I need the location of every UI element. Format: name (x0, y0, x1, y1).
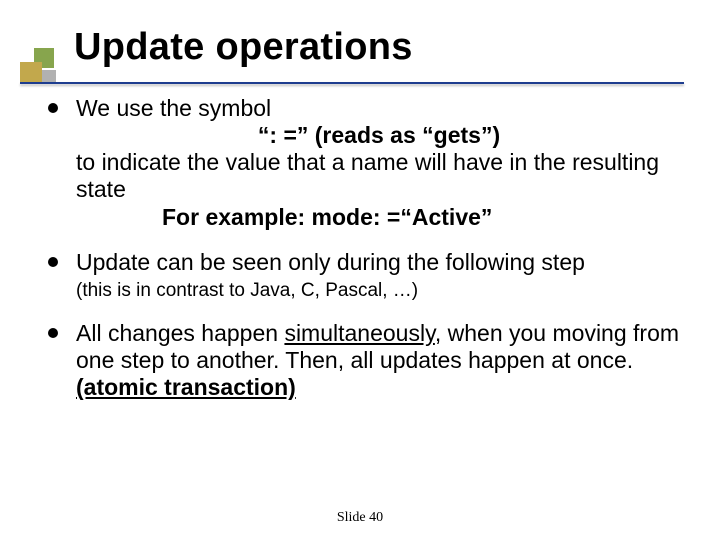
bullet1-example-value: mode: =“Active” (312, 204, 493, 230)
bullet2-note: (this is in contrast to Java, C, Pascal,… (76, 280, 682, 302)
slide-title: Update operations (74, 26, 720, 69)
bullet-item-1: We use the symbol “: =” (reads as “gets”… (46, 95, 682, 231)
bullet-item-2: Update can be seen only during the follo… (46, 249, 682, 303)
bullet1-symbol: “: =” (reads as “gets”) (76, 122, 682, 149)
bullet1-line1: We use the symbol (76, 95, 271, 121)
slide-number: Slide 40 (0, 510, 720, 526)
title-decoration-icon (20, 48, 58, 86)
bullet2-text: Update can be seen only during the follo… (76, 249, 585, 275)
bullet1-example-label: For example: (162, 204, 312, 230)
bullet3-pre: All changes happen (76, 320, 284, 346)
slide-body: We use the symbol “: =” (reads as “gets”… (0, 77, 720, 402)
bullet-item-3: All changes happen simultaneously, when … (46, 320, 682, 401)
title-area: Update operations (0, 0, 720, 77)
title-underline (20, 82, 684, 84)
bullet3-tail: (atomic transaction) (76, 374, 296, 400)
bullet3-underlined: simultaneously (284, 320, 434, 346)
bullet1-line2: to indicate the value that a name will h… (76, 149, 659, 202)
bullet1-example: For example: mode: =“Active” (76, 204, 682, 231)
